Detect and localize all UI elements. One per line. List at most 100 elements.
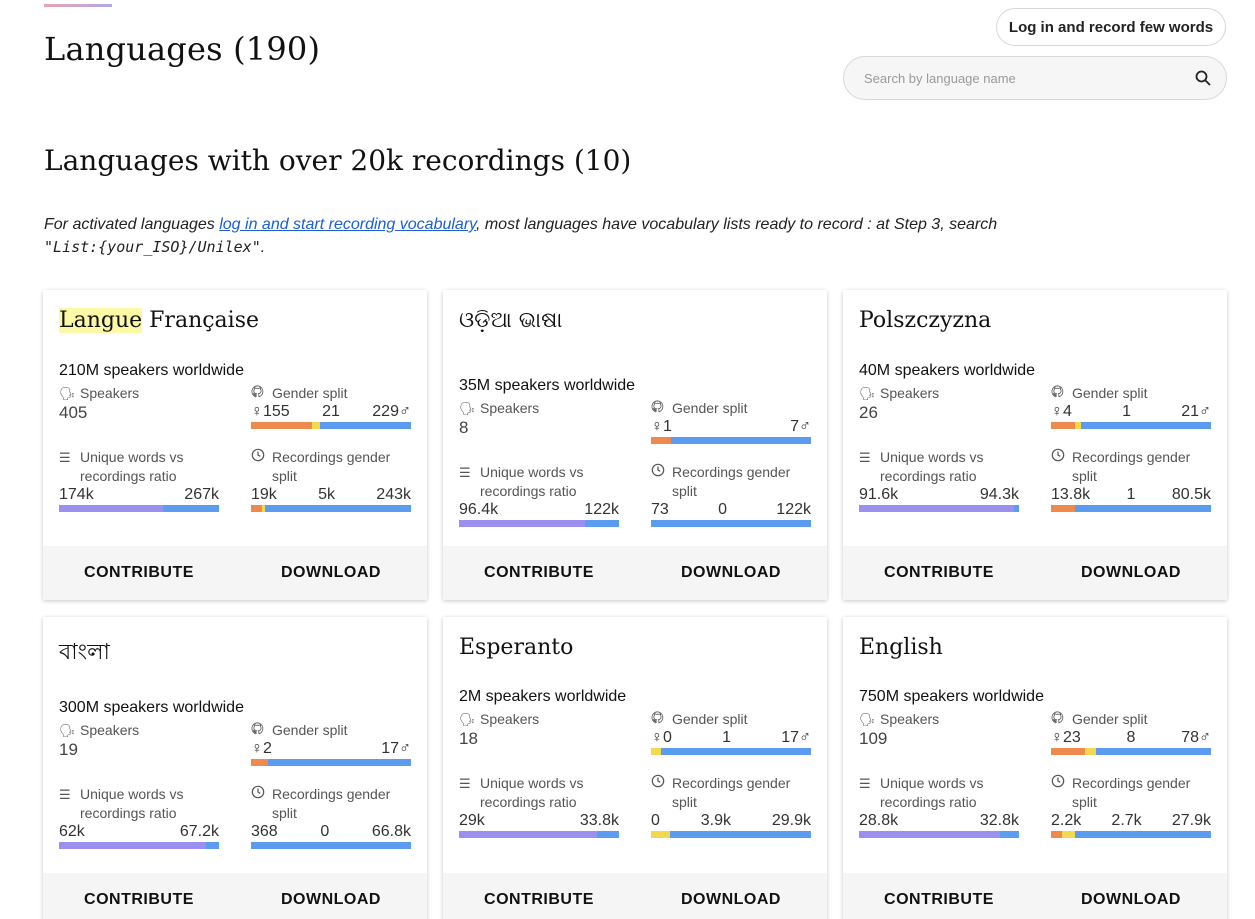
recordings-gender-bar xyxy=(651,831,811,838)
speaking-head-icon: 🗣 xyxy=(59,386,76,401)
download-button[interactable]: DOWNLOAD xyxy=(235,546,427,600)
male-recordings: 29.9k xyxy=(771,812,811,829)
list-icon: ☰ xyxy=(59,787,71,802)
speakers-worldwide: 210M speakers worldwide xyxy=(59,362,244,379)
speakers-stat: 🗣 Speakers 19 xyxy=(59,721,219,760)
unique-words-stat: ☰ Unique words vs recordings ratio 29k 33.… xyxy=(459,774,619,838)
section-title: Languages with over 20k recordings (10) xyxy=(44,144,632,177)
male-recordings: 122k xyxy=(776,501,811,518)
female-segment xyxy=(1051,505,1075,512)
download-button[interactable]: DOWNLOAD xyxy=(635,546,827,600)
recordings-gender-label-text: Recordings gender split xyxy=(1072,449,1191,484)
male-segment xyxy=(265,505,411,512)
unique-words-label-text: Unique words vs recordings ratio xyxy=(80,786,184,821)
contribute-button[interactable]: CONTRIBUTE xyxy=(843,873,1035,919)
female-segment xyxy=(251,759,268,766)
male-segment xyxy=(660,748,811,755)
clock-icon xyxy=(651,463,669,501)
unique-words-segment xyxy=(859,831,1000,838)
language-name[interactable]: English xyxy=(859,635,943,660)
login-record-button[interactable]: Log in and record few words xyxy=(996,8,1226,46)
recordings-gender-label-text: Recordings gender split xyxy=(672,464,791,499)
gender-split-label-text: Gender split xyxy=(272,722,348,738)
language-name[interactable]: বাংলা xyxy=(59,635,110,672)
github-icon xyxy=(1051,384,1069,403)
speakers-label: 🗣 Speakers xyxy=(459,710,619,729)
female-recordings: 368 xyxy=(251,823,278,840)
language-name[interactable]: Esperanto xyxy=(459,635,573,660)
unique-words-label: ☰ Unique words vs recordings ratio xyxy=(459,774,619,812)
gender-split-stat: Gender split ♀23 8 78♂ xyxy=(1051,710,1211,755)
contribute-button[interactable]: CONTRIBUTE xyxy=(43,546,235,600)
card-body: Esperanto 2M speakers worldwide 🗣 Speaker… xyxy=(443,617,827,873)
other-segment xyxy=(651,748,661,755)
download-button[interactable]: DOWNLOAD xyxy=(1035,873,1227,919)
recordings-gender-label: Recordings gender split xyxy=(651,774,811,812)
speakers-worldwide: 2M speakers worldwide xyxy=(459,688,627,705)
clock-icon xyxy=(1051,448,1069,486)
unique-words-stat: ☰ Unique words vs recordings ratio 62k 67.… xyxy=(59,785,219,849)
other-recordings: 2.7k xyxy=(1111,812,1142,829)
unique-words-values: 96.4k 122k xyxy=(459,501,619,519)
search-box xyxy=(843,56,1227,100)
card-body: বাংলা 300M speakers worldwide 🗣 Speakers … xyxy=(43,617,427,873)
contribute-button[interactable]: CONTRIBUTE xyxy=(443,546,635,600)
search-icon[interactable] xyxy=(1194,69,1212,87)
unique-words-label-text: Unique words vs recordings ratio xyxy=(480,464,584,499)
speakers-count: 405 xyxy=(59,403,88,422)
contribute-button[interactable]: CONTRIBUTE xyxy=(843,546,1035,600)
female-speakers: ♀2 xyxy=(251,740,272,757)
intro-after: , most languages have vocabulary lists r… xyxy=(475,216,998,233)
recordings-gender-label-text: Recordings gender split xyxy=(1072,775,1191,810)
card-footer: CONTRIBUTE DOWNLOAD xyxy=(843,873,1227,919)
language-name[interactable]: Langue Française xyxy=(59,308,259,333)
unique-words-stat: ☰ Unique words vs recordings ratio 28.8k 3… xyxy=(859,774,1019,838)
speakers-count: 8 xyxy=(459,418,469,437)
github-icon xyxy=(251,721,269,740)
language-name[interactable]: Polszczyzna xyxy=(859,308,991,333)
speaking-head-icon: 🗣 xyxy=(459,401,476,416)
unique-words-bar xyxy=(459,520,619,527)
contribute-button[interactable]: CONTRIBUTE xyxy=(443,873,635,919)
download-button[interactable]: DOWNLOAD xyxy=(1035,546,1227,600)
list-icon: ☰ xyxy=(859,450,871,465)
female-recordings: 13.8k xyxy=(1051,486,1091,503)
recordings-gender-stat: Recordings gender split 19k 5k 243k xyxy=(251,448,411,512)
male-recordings: 27.9k xyxy=(1171,812,1211,829)
gender-split-stat: Gender split ♀0 1 17♂ xyxy=(651,710,811,755)
unique-words-values: 29k 33.8k xyxy=(459,812,619,830)
card-footer: CONTRIBUTE DOWNLOAD xyxy=(443,546,827,600)
language-name[interactable]: ଓଡ଼ିଆ ଭାଷା xyxy=(459,308,562,333)
speakers-count: 26 xyxy=(859,403,878,422)
search-input[interactable] xyxy=(864,70,1194,86)
other-speakers: 8 xyxy=(1126,729,1136,746)
clock-icon xyxy=(251,448,269,486)
unique-words-count: 62k xyxy=(59,823,85,840)
contribute-button[interactable]: CONTRIBUTE xyxy=(43,873,235,919)
card-footer: CONTRIBUTE DOWNLOAD xyxy=(43,546,427,600)
download-button[interactable]: DOWNLOAD xyxy=(235,873,427,919)
intro-end: . xyxy=(260,239,266,256)
gender-split-label: Gender split xyxy=(251,721,411,740)
gender-split-bar xyxy=(1051,748,1211,755)
speakers-stat: 🗣 Speakers 8 xyxy=(459,399,619,438)
female-speakers: ♀1 xyxy=(651,418,672,435)
speakers-label-text: Speakers xyxy=(880,385,940,401)
unique-words-bar xyxy=(859,505,1019,512)
gender-split-values: ♀155 21 229♂ xyxy=(251,403,411,421)
recordings-gender-label-text: Recordings gender split xyxy=(672,775,791,810)
recordings-gender-bar xyxy=(1051,831,1211,838)
other-recordings: 0 xyxy=(718,501,727,518)
unique-words-count: 174k xyxy=(59,486,94,503)
gender-split-values: ♀1 7♂ xyxy=(651,418,811,436)
unique-words-label-text: Unique words vs recordings ratio xyxy=(480,775,584,810)
male-segment xyxy=(1081,422,1211,429)
download-button[interactable]: DOWNLOAD xyxy=(635,873,827,919)
language-card-0: Langue Française 210M speakers worldwide… xyxy=(43,290,427,600)
male-speakers: 7♂ xyxy=(790,418,811,435)
recordings-gender-bar xyxy=(251,842,411,849)
record-vocabulary-link[interactable]: log in and start recording vocabulary xyxy=(219,216,476,233)
language-name-text: ଓଡ଼ିଆ ଭାଷା xyxy=(459,308,563,333)
language-card-4: Esperanto 2M speakers worldwide 🗣 Speaker… xyxy=(443,617,827,919)
intro-before: For activated languages xyxy=(44,216,220,233)
